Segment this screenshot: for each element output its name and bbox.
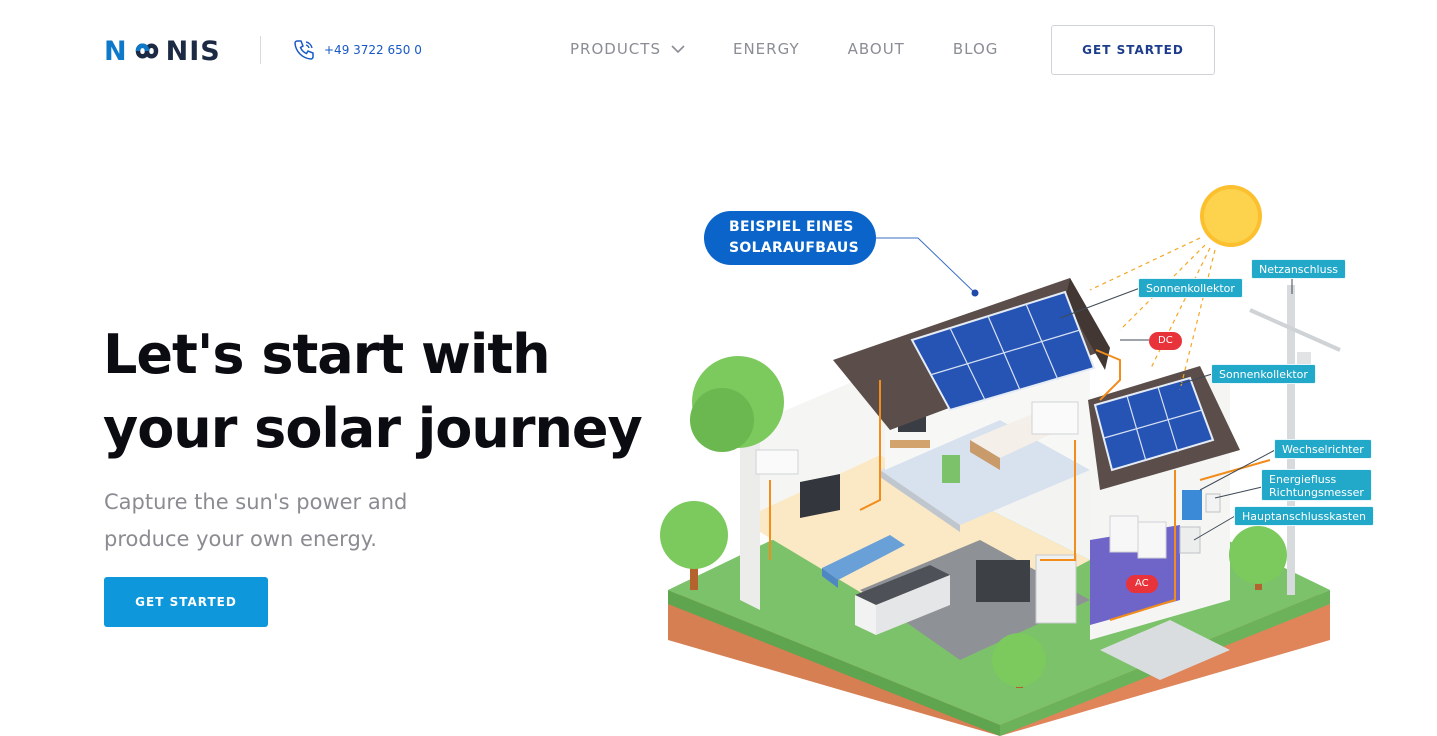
- logo-infinity-mark: [135, 43, 158, 59]
- hero-title-line-2: your solar journey: [103, 397, 643, 460]
- nav-item-blog[interactable]: BLOG: [953, 40, 999, 58]
- callout-line-1: BEISPIEL EINES: [729, 219, 854, 235]
- phone-link[interactable]: +49 3722 650 0: [292, 38, 422, 62]
- hero-subtitle-line-1: Capture the sun's power and: [104, 490, 408, 514]
- nav-item-label: ABOUT: [847, 40, 905, 58]
- logo[interactable]: N NIS: [104, 35, 221, 67]
- site-header: N NIS +49 3722 650 0 PRODUCTS ENERGY ABO…: [0, 0, 1437, 100]
- hero-title: Let's start with your solar journey: [103, 318, 663, 466]
- phone-number: +49 3722 650 0: [324, 43, 422, 57]
- hero-get-started-button[interactable]: GET STARTED: [104, 577, 268, 627]
- main-nav: PRODUCTS ENERGY ABOUT BLOG: [570, 40, 1046, 58]
- label-dc: DC: [1149, 332, 1182, 350]
- header-get-started-button[interactable]: GET STARTED: [1051, 25, 1215, 75]
- nav-item-products[interactable]: PRODUCTS: [570, 40, 685, 58]
- label-energiefluss-line-1: Energiefluss: [1269, 473, 1337, 486]
- hero-subtitle-line-2: produce your own energy.: [104, 527, 377, 551]
- solar-setup-callout: BEISPIEL EINES SOLARAUFBAUS: [704, 211, 876, 265]
- callout-line-2: SOLARAUFBAUS: [729, 240, 859, 256]
- label-hauptanschlusskasten: Hauptanschlusskasten: [1234, 506, 1374, 526]
- label-wechselrichter: Wechselrichter: [1274, 439, 1372, 459]
- nav-item-label: PRODUCTS: [570, 40, 661, 58]
- nav-item-energy[interactable]: ENERGY: [733, 40, 800, 58]
- logo-letter-n: N: [104, 35, 128, 67]
- label-energiefluss: Energiefluss Richtungsmesser: [1261, 469, 1372, 501]
- logo-suffix: NIS: [165, 35, 221, 67]
- hero-subtitle: Capture the sun's power and produce your…: [104, 484, 484, 558]
- nav-item-label: BLOG: [952, 40, 999, 58]
- phone-icon: [294, 40, 314, 60]
- label-sonnenkollektor-1: Sonnenkollektor: [1138, 278, 1243, 298]
- nav-item-about[interactable]: ABOUT: [848, 40, 905, 58]
- label-ac: AC: [1126, 575, 1158, 593]
- hero-title-line-1: Let's start with: [103, 323, 551, 386]
- label-netzanschluss: Netzanschluss: [1251, 259, 1347, 279]
- label-energiefluss-line-2: Richtungsmesser: [1269, 486, 1364, 499]
- header-divider: [260, 36, 261, 64]
- nav-item-label: ENERGY: [732, 40, 800, 58]
- label-sonnenkollektor-2: Sonnenkollektor: [1211, 364, 1316, 384]
- chevron-down-icon: [671, 45, 685, 54]
